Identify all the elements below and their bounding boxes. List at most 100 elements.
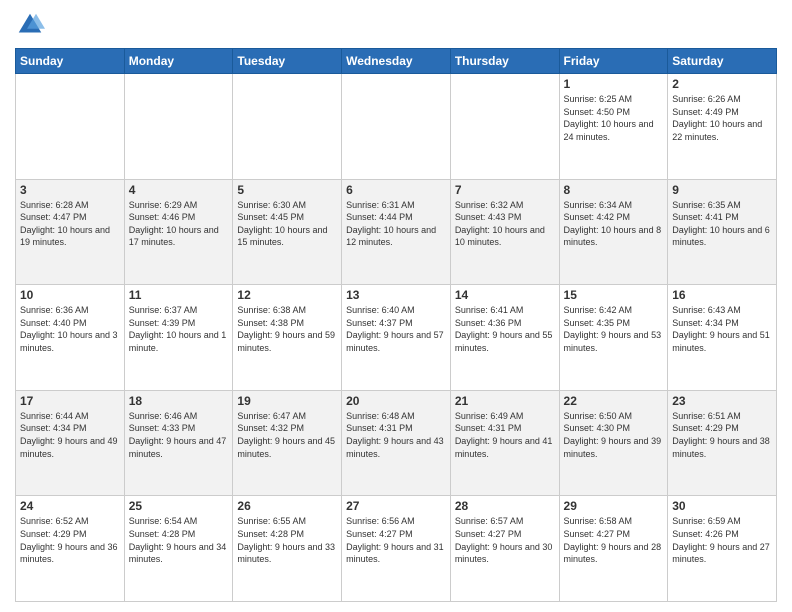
calendar-cell: 9 Sunrise: 6:35 AMSunset: 4:41 PMDaylight… <box>668 179 777 285</box>
day-info: Sunrise: 6:52 AMSunset: 4:29 PMDaylight:… <box>20 515 120 565</box>
calendar-cell: 6 Sunrise: 6:31 AMSunset: 4:44 PMDaylight… <box>342 179 451 285</box>
calendar-cell <box>124 74 233 180</box>
weekday-header: Friday <box>559 49 668 74</box>
calendar-cell: 12 Sunrise: 6:38 AMSunset: 4:38 PMDayligh… <box>233 285 342 391</box>
logo <box>15 10 49 40</box>
day-info: Sunrise: 6:47 AMSunset: 4:32 PMDaylight:… <box>237 410 337 460</box>
calendar-cell: 21 Sunrise: 6:49 AMSunset: 4:31 PMDayligh… <box>450 390 559 496</box>
day-info: Sunrise: 6:57 AMSunset: 4:27 PMDaylight:… <box>455 515 555 565</box>
calendar-cell <box>342 74 451 180</box>
day-number: 28 <box>455 499 555 513</box>
calendar-cell: 7 Sunrise: 6:32 AMSunset: 4:43 PMDaylight… <box>450 179 559 285</box>
calendar-cell: 25Sunrise: 6:54 AMSunset: 4:28 PMDayligh… <box>124 496 233 602</box>
calendar-cell: 15 Sunrise: 6:42 AMSunset: 4:35 PMDayligh… <box>559 285 668 391</box>
day-number: 14 <box>455 288 555 302</box>
day-info: Sunrise: 6:48 AMSunset: 4:31 PMDaylight:… <box>346 410 446 460</box>
day-info: Sunrise: 6:30 AMSunset: 4:45 PMDaylight:… <box>237 199 337 249</box>
day-info: Sunrise: 6:40 AMSunset: 4:37 PMDaylight:… <box>346 304 446 354</box>
day-info: Sunrise: 6:49 AMSunset: 4:31 PMDaylight:… <box>455 410 555 460</box>
calendar-cell: 4 Sunrise: 6:29 AMSunset: 4:46 PMDaylight… <box>124 179 233 285</box>
day-info: Sunrise: 6:58 AMSunset: 4:27 PMDaylight:… <box>564 515 664 565</box>
day-number: 11 <box>129 288 229 302</box>
day-number: 19 <box>237 394 337 408</box>
day-number: 21 <box>455 394 555 408</box>
day-number: 10 <box>20 288 120 302</box>
day-info: Sunrise: 6:32 AMSunset: 4:43 PMDaylight:… <box>455 199 555 249</box>
weekday-header: Tuesday <box>233 49 342 74</box>
day-number: 24 <box>20 499 120 513</box>
calendar-cell: 11 Sunrise: 6:37 AMSunset: 4:39 PMDayligh… <box>124 285 233 391</box>
day-info: Sunrise: 6:31 AMSunset: 4:44 PMDaylight:… <box>346 199 446 249</box>
calendar-cell: 10Sunrise: 6:36 AMSunset: 4:40 PMDayligh… <box>16 285 125 391</box>
day-info: Sunrise: 6:56 AMSunset: 4:27 PMDaylight:… <box>346 515 446 565</box>
day-number: 8 <box>564 183 664 197</box>
day-number: 15 <box>564 288 664 302</box>
calendar-cell: 22 Sunrise: 6:50 AMSunset: 4:30 PMDayligh… <box>559 390 668 496</box>
calendar-week-row: 17Sunrise: 6:44 AMSunset: 4:34 PMDayligh… <box>16 390 777 496</box>
day-number: 27 <box>346 499 446 513</box>
calendar-cell: 20Sunrise: 6:48 AMSunset: 4:31 PMDayligh… <box>342 390 451 496</box>
calendar-cell: 23 Sunrise: 6:51 AMSunset: 4:29 PMDayligh… <box>668 390 777 496</box>
day-info: Sunrise: 6:28 AMSunset: 4:47 PMDaylight:… <box>20 199 120 249</box>
day-info: Sunrise: 6:54 AMSunset: 4:28 PMDaylight:… <box>129 515 229 565</box>
day-info: Sunrise: 6:42 AMSunset: 4:35 PMDaylight:… <box>564 304 664 354</box>
weekday-header: Sunday <box>16 49 125 74</box>
day-number: 2 <box>672 77 772 91</box>
calendar-cell: 3 Sunrise: 6:28 AMSunset: 4:47 PMDaylight… <box>16 179 125 285</box>
day-number: 16 <box>672 288 772 302</box>
calendar-cell <box>450 74 559 180</box>
calendar-cell: 27 Sunrise: 6:56 AMSunset: 4:27 PMDayligh… <box>342 496 451 602</box>
day-number: 9 <box>672 183 772 197</box>
calendar-cell: 5 Sunrise: 6:30 AMSunset: 4:45 PMDaylight… <box>233 179 342 285</box>
calendar-cell: 13 Sunrise: 6:40 AMSunset: 4:37 PMDayligh… <box>342 285 451 391</box>
calendar-cell: 17Sunrise: 6:44 AMSunset: 4:34 PMDayligh… <box>16 390 125 496</box>
calendar-cell: 26 Sunrise: 6:55 AMSunset: 4:28 PMDayligh… <box>233 496 342 602</box>
calendar-week-row: 1 Sunrise: 6:25 AMSunset: 4:50 PMDaylight… <box>16 74 777 180</box>
day-info: Sunrise: 6:34 AMSunset: 4:42 PMDaylight:… <box>564 199 664 249</box>
calendar-cell: 19 Sunrise: 6:47 AMSunset: 4:32 PMDayligh… <box>233 390 342 496</box>
calendar-cell: 30Sunrise: 6:59 AMSunset: 4:26 PMDayligh… <box>668 496 777 602</box>
day-info: Sunrise: 6:38 AMSunset: 4:38 PMDaylight:… <box>237 304 337 354</box>
day-number: 1 <box>564 77 664 91</box>
calendar-week-row: 24 Sunrise: 6:52 AMSunset: 4:29 PMDayligh… <box>16 496 777 602</box>
day-number: 4 <box>129 183 229 197</box>
day-number: 13 <box>346 288 446 302</box>
day-info: Sunrise: 6:50 AMSunset: 4:30 PMDaylight:… <box>564 410 664 460</box>
day-info: Sunrise: 6:55 AMSunset: 4:28 PMDaylight:… <box>237 515 337 565</box>
day-number: 12 <box>237 288 337 302</box>
weekday-header: Thursday <box>450 49 559 74</box>
page: SundayMondayTuesdayWednesdayThursdayFrid… <box>0 0 792 612</box>
calendar-cell <box>233 74 342 180</box>
day-number: 5 <box>237 183 337 197</box>
calendar-cell: 8 Sunrise: 6:34 AMSunset: 4:42 PMDaylight… <box>559 179 668 285</box>
day-number: 26 <box>237 499 337 513</box>
day-number: 18 <box>129 394 229 408</box>
header <box>15 10 777 40</box>
calendar-cell: 28 Sunrise: 6:57 AMSunset: 4:27 PMDayligh… <box>450 496 559 602</box>
calendar-cell: 14Sunrise: 6:41 AMSunset: 4:36 PMDayligh… <box>450 285 559 391</box>
day-info: Sunrise: 6:43 AMSunset: 4:34 PMDaylight:… <box>672 304 772 354</box>
day-info: Sunrise: 6:37 AMSunset: 4:39 PMDaylight:… <box>129 304 229 354</box>
calendar-cell: 2Sunrise: 6:26 AMSunset: 4:49 PMDaylight… <box>668 74 777 180</box>
day-info: Sunrise: 6:35 AMSunset: 4:41 PMDaylight:… <box>672 199 772 249</box>
day-number: 6 <box>346 183 446 197</box>
calendar-week-row: 3 Sunrise: 6:28 AMSunset: 4:47 PMDaylight… <box>16 179 777 285</box>
calendar-cell: 24 Sunrise: 6:52 AMSunset: 4:29 PMDayligh… <box>16 496 125 602</box>
day-info: Sunrise: 6:29 AMSunset: 4:46 PMDaylight:… <box>129 199 229 249</box>
logo-icon <box>15 10 45 40</box>
day-info: Sunrise: 6:25 AMSunset: 4:50 PMDaylight:… <box>564 93 664 143</box>
weekday-header-row: SundayMondayTuesdayWednesdayThursdayFrid… <box>16 49 777 74</box>
day-number: 22 <box>564 394 664 408</box>
calendar-cell: 16 Sunrise: 6:43 AMSunset: 4:34 PMDayligh… <box>668 285 777 391</box>
day-info: Sunrise: 6:59 AMSunset: 4:26 PMDaylight:… <box>672 515 772 565</box>
day-number: 7 <box>455 183 555 197</box>
calendar-cell: 29Sunrise: 6:58 AMSunset: 4:27 PMDayligh… <box>559 496 668 602</box>
day-number: 3 <box>20 183 120 197</box>
calendar-cell <box>16 74 125 180</box>
day-number: 23 <box>672 394 772 408</box>
day-info: Sunrise: 6:46 AMSunset: 4:33 PMDaylight:… <box>129 410 229 460</box>
day-info: Sunrise: 6:51 AMSunset: 4:29 PMDaylight:… <box>672 410 772 460</box>
weekday-header: Wednesday <box>342 49 451 74</box>
calendar-week-row: 10Sunrise: 6:36 AMSunset: 4:40 PMDayligh… <box>16 285 777 391</box>
day-info: Sunrise: 6:44 AMSunset: 4:34 PMDaylight:… <box>20 410 120 460</box>
